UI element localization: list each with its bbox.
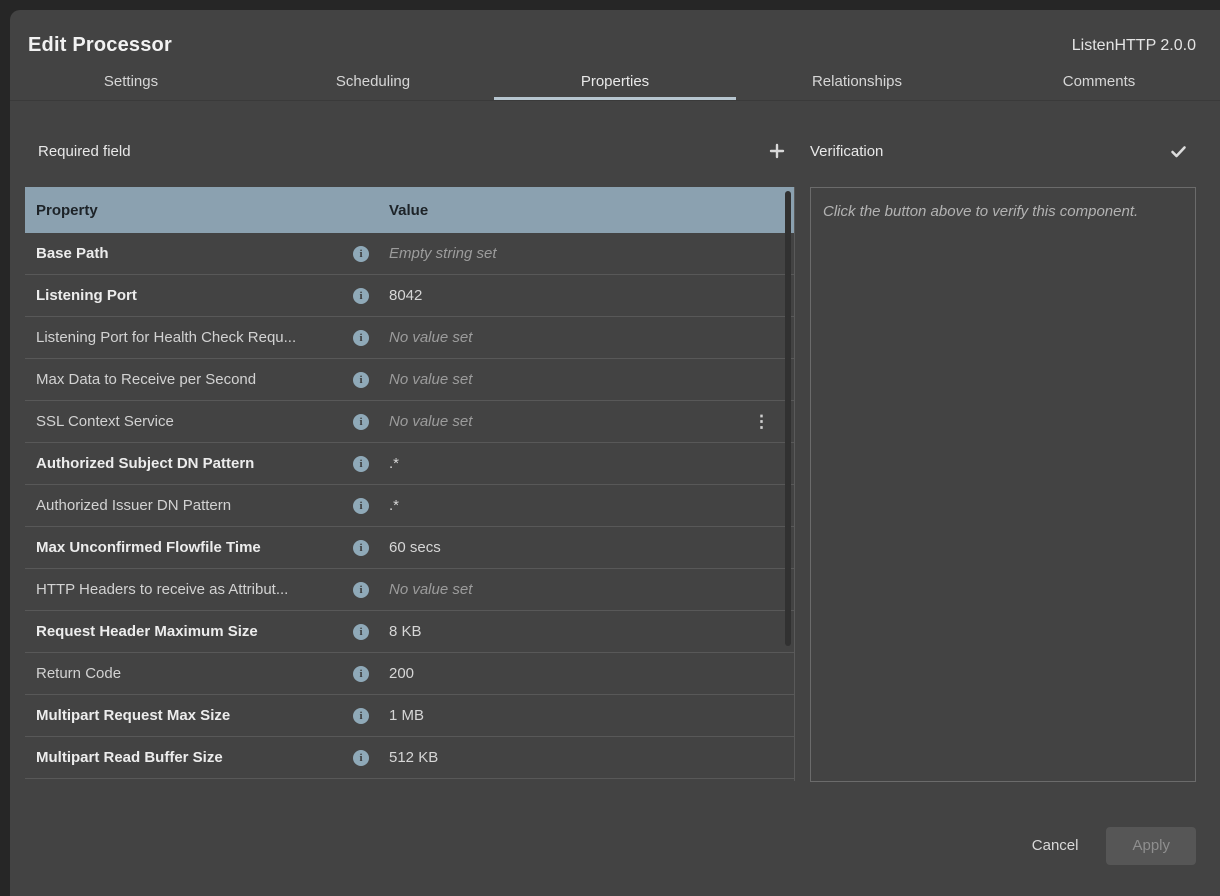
- required-field-label: Required field: [25, 143, 131, 160]
- table-row[interactable]: Base Path i Empty string set: [25, 233, 794, 275]
- property-name: Authorized Issuer DN Pattern: [36, 497, 353, 514]
- info-icon[interactable]: i: [353, 666, 369, 682]
- info-icon[interactable]: i: [353, 288, 369, 304]
- dialog-title: Edit Processor: [28, 34, 172, 57]
- verify-button[interactable]: [1160, 133, 1196, 169]
- table-row[interactable]: HTTP Headers to receive as Attribut... i…: [25, 569, 794, 611]
- table-row[interactable]: Multipart Read Buffer Size i 512 KB: [25, 737, 794, 779]
- tab-label: Settings: [104, 73, 158, 90]
- tab-relationships[interactable]: Relationships: [736, 63, 978, 100]
- table-row[interactable]: Max Data to Receive per Second i No valu…: [25, 359, 794, 401]
- column-header-value: Value: [389, 202, 428, 219]
- property-value: No value set: [389, 581, 770, 598]
- property-value: No value set: [389, 329, 770, 346]
- cancel-button[interactable]: Cancel: [1032, 837, 1079, 854]
- info-icon[interactable]: i: [353, 330, 369, 346]
- table-row[interactable]: Authorized Issuer DN Pattern i .*: [25, 485, 794, 527]
- properties-column: Required field Property Value Base Path …: [25, 101, 795, 795]
- dialog-footer: Cancel Apply: [10, 795, 1220, 896]
- tab-comments[interactable]: Comments: [978, 63, 1220, 100]
- tab-settings[interactable]: Settings: [10, 63, 252, 100]
- tab-label: Comments: [1063, 73, 1136, 90]
- plus-icon: [769, 143, 785, 159]
- property-value: 60 secs: [389, 539, 770, 556]
- property-value: No value set: [389, 413, 753, 430]
- property-name: Multipart Read Buffer Size: [36, 749, 353, 766]
- property-value: 1 MB: [389, 707, 770, 724]
- tab-properties[interactable]: Properties: [494, 63, 736, 100]
- tab-label: Properties: [581, 73, 649, 90]
- property-name: Max Unconfirmed Flowfile Time: [36, 539, 353, 556]
- property-value: 512 KB: [389, 749, 770, 766]
- verification-section-header: Verification: [810, 133, 1196, 169]
- table-row[interactable]: Listening Port for Health Check Requ... …: [25, 317, 794, 359]
- verification-panel: Click the button above to verify this co…: [810, 187, 1196, 782]
- table-row[interactable]: Listening Port i 8042: [25, 275, 794, 317]
- info-icon[interactable]: i: [353, 750, 369, 766]
- property-name: Authorized Subject DN Pattern: [36, 455, 353, 472]
- property-name: Base Path: [36, 245, 353, 262]
- apply-button[interactable]: Apply: [1106, 827, 1196, 865]
- table-row[interactable]: SSL Context Service i No value set ⋮: [25, 401, 794, 443]
- dialog-content: Required field Property Value Base Path …: [10, 101, 1220, 795]
- property-value: Empty string set: [389, 245, 770, 262]
- kebab-icon: ⋮: [753, 412, 770, 431]
- property-value: .*: [389, 455, 770, 472]
- properties-section-header: Required field: [25, 133, 795, 169]
- table-row[interactable]: Max Unconfirmed Flowfile Time i 60 secs: [25, 527, 794, 569]
- tab-label: Scheduling: [336, 73, 410, 90]
- active-tab-underline: [494, 97, 736, 100]
- properties-table: Property Value Base Path i Empty string …: [25, 187, 795, 781]
- property-value: .*: [389, 497, 770, 514]
- add-property-button[interactable]: [759, 133, 795, 169]
- edit-processor-dialog: Edit Processor ListenHTTP 2.0.0 Settings…: [10, 10, 1220, 896]
- property-name: Return Code: [36, 665, 353, 682]
- table-row[interactable]: Request Header Maximum Size i 8 KB: [25, 611, 794, 653]
- row-menu-button[interactable]: ⋮: [753, 413, 770, 430]
- verification-title: Verification: [810, 143, 883, 160]
- tab-scheduling[interactable]: Scheduling: [252, 63, 494, 100]
- property-name: Request Header Maximum Size: [36, 623, 353, 640]
- table-body: Base Path i Empty string set Listening P…: [25, 233, 794, 779]
- table-header-row: Property Value: [25, 187, 794, 233]
- info-icon[interactable]: i: [353, 456, 369, 472]
- property-name: Listening Port for Health Check Requ...: [36, 329, 353, 346]
- property-value: No value set: [389, 371, 770, 388]
- info-icon[interactable]: i: [353, 498, 369, 514]
- table-row[interactable]: Multipart Request Max Size i 1 MB: [25, 695, 794, 737]
- property-value: 8042: [389, 287, 770, 304]
- property-value: 200: [389, 665, 770, 682]
- verification-message: Click the button above to verify this co…: [823, 200, 1153, 224]
- processor-version: ListenHTTP 2.0.0: [1072, 37, 1196, 55]
- tab-bar: Settings Scheduling Properties Relations…: [10, 63, 1220, 101]
- property-name: SSL Context Service: [36, 413, 353, 430]
- check-icon: [1170, 143, 1187, 160]
- info-icon[interactable]: i: [353, 372, 369, 388]
- property-name: HTTP Headers to receive as Attribut...: [36, 581, 353, 598]
- property-name: Listening Port: [36, 287, 353, 304]
- property-name: Max Data to Receive per Second: [36, 371, 353, 388]
- info-icon[interactable]: i: [353, 414, 369, 430]
- info-icon[interactable]: i: [353, 624, 369, 640]
- dialog-header: Edit Processor ListenHTTP 2.0.0: [10, 10, 1220, 63]
- property-value: 8 KB: [389, 623, 770, 640]
- tab-label: Relationships: [812, 73, 902, 90]
- info-icon[interactable]: i: [353, 582, 369, 598]
- verification-column: Verification Click the button above to v…: [810, 101, 1196, 795]
- column-header-property: Property: [36, 202, 389, 219]
- table-row[interactable]: Authorized Subject DN Pattern i .*: [25, 443, 794, 485]
- info-icon[interactable]: i: [353, 540, 369, 556]
- info-icon[interactable]: i: [353, 708, 369, 724]
- table-row[interactable]: Return Code i 200: [25, 653, 794, 695]
- property-name: Multipart Request Max Size: [36, 707, 353, 724]
- info-icon[interactable]: i: [353, 246, 369, 262]
- table-scrollbar-thumb[interactable]: [785, 191, 791, 646]
